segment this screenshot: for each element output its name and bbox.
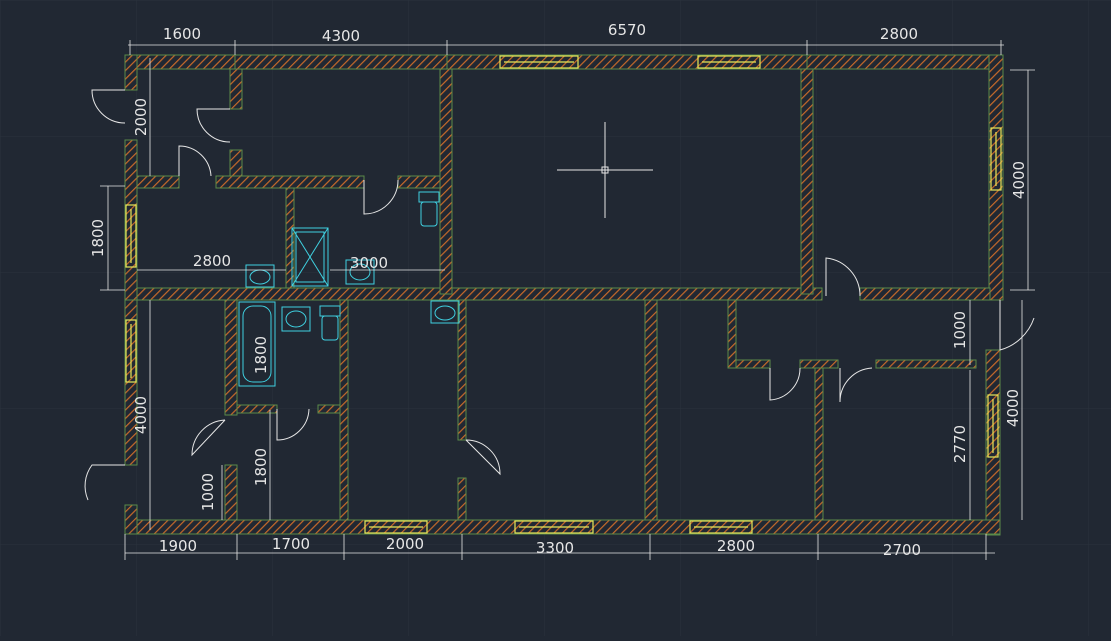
dim-bottom-1: 1900 — [159, 537, 197, 555]
dim-right-1: 4000 — [1010, 161, 1028, 199]
dim-bottom-6: 2700 — [883, 541, 921, 559]
dim-top-2: 4300 — [322, 27, 360, 45]
dim-right-2: 1000 — [951, 311, 969, 349]
wall-mid-horizontal-right — [859, 287, 991, 301]
dim-bottom-2: 1700 — [272, 535, 310, 553]
dim-top-3: 6570 — [608, 21, 646, 39]
floor-plan: 1600 4300 6570 2800 1900 1700 2000 3300 … — [0, 0, 1111, 636]
dim-left-3: 4000 — [132, 396, 150, 434]
wall-corr-h3 — [875, 359, 977, 369]
dim-bottom-4: 3300 — [536, 539, 574, 557]
dim-top-4: 2800 — [880, 25, 918, 43]
wall-top-1 — [124, 54, 236, 70]
wall-big-room-right — [800, 68, 814, 295]
wall-corr-h1 — [735, 359, 771, 369]
dim-right-4: 4000 — [1004, 389, 1022, 427]
wall-corr-v — [727, 299, 737, 369]
wall-ul-h1 — [136, 175, 180, 189]
wall-ll-v5 — [457, 477, 467, 521]
wall-ll-v3 — [339, 299, 349, 521]
wall-bath-v — [285, 187, 295, 289]
dim-int-4: 1800 — [252, 448, 270, 486]
dim-int-1: 2800 — [193, 252, 231, 270]
wall-left-1 — [124, 54, 138, 91]
wall-top-2 — [234, 54, 448, 70]
wall-ul-right-v — [439, 68, 453, 295]
wall-top-4 — [806, 54, 1004, 70]
wall-left-4 — [124, 504, 138, 535]
dim-bottom-3: 2000 — [386, 535, 424, 553]
dim-int-2: 3000 — [350, 254, 388, 272]
dim-left-1: 2000 — [132, 98, 150, 136]
dim-top-1: 1600 — [163, 25, 201, 43]
drawing-canvas[interactable]: 1600 4300 6570 2800 1900 1700 2000 3300 … — [0, 0, 1111, 636]
wall-corr-v2 — [814, 367, 824, 521]
wall-ll-v2 — [224, 464, 238, 521]
dim-left-4: 1000 — [199, 473, 217, 511]
wall-mid-horizontal — [136, 287, 823, 301]
wall-ll-v1 — [224, 299, 238, 416]
wall-ul-v1 — [229, 68, 243, 110]
dim-left-2: 1800 — [89, 219, 107, 257]
dim-right-3: 2770 — [951, 425, 969, 463]
dim-bottom-5: 2800 — [717, 537, 755, 555]
wall-ul-h2 — [215, 175, 365, 189]
wall-ll-h1 — [236, 404, 278, 414]
wall-corr-h2 — [799, 359, 839, 369]
wall-ll-v6 — [644, 299, 658, 521]
dim-int-3: 1800 — [252, 336, 270, 374]
